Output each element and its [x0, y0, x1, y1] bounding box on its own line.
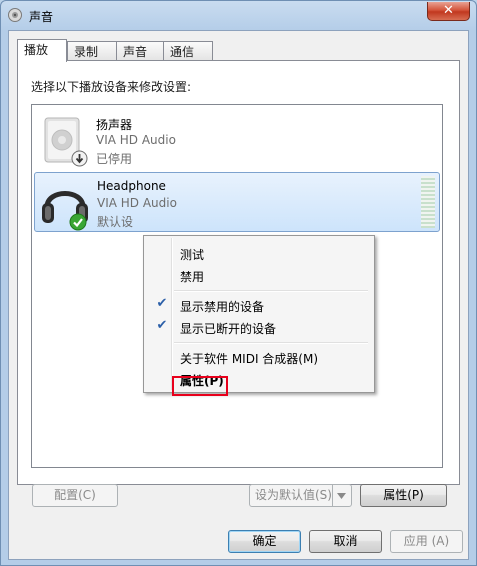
tab-playback[interactable]: 播放: [17, 39, 67, 62]
disabled-arrow-icon: [71, 150, 88, 167]
apply-button[interactable]: 应用 (A): [390, 530, 463, 553]
menu-item-label: 禁用: [180, 270, 205, 284]
context-menu: 测试 禁用 ✔ 显示禁用的设备 ✔ 显示已断开的设备 关于软件 MIDI 合成器…: [143, 235, 375, 396]
cancel-button[interactable]: 取消: [309, 530, 382, 553]
tab-sounds[interactable]: 声音: [116, 41, 164, 61]
tab-communications[interactable]: 通信: [163, 41, 213, 61]
menu-separator: [174, 342, 368, 344]
device-status: 默认设: [97, 215, 134, 229]
device-driver: VIA HD Audio: [96, 133, 176, 147]
checkmark-icon: ✔: [156, 296, 168, 311]
configure-button[interactable]: 配置(C): [32, 484, 118, 507]
device-name: Headphone: [97, 179, 166, 193]
sound-dialog-window: 声音 ✕ 播放 录制 声音 通信 选择以下播放设备来修改设置: 扬声器 VIA …: [0, 0, 477, 566]
set-default-dropdown[interactable]: [332, 485, 351, 506]
device-driver: VIA HD Audio: [97, 196, 177, 210]
instruction-text: 选择以下播放设备来修改设置:: [31, 80, 192, 94]
menu-item-label: 显示已断开的设备: [180, 322, 277, 336]
menu-item-show-disabled[interactable]: ✔ 显示禁用的设备: [146, 294, 372, 316]
menu-item-test[interactable]: 测试: [146, 242, 372, 264]
tab-recording[interactable]: 录制: [67, 41, 117, 61]
device-name: 扬声器: [96, 118, 133, 132]
device-status: 已停用: [96, 152, 133, 166]
default-check-icon: [69, 213, 87, 231]
device-item-headphone[interactable]: Headphone VIA HD Audio 默认设: [34, 172, 440, 232]
menu-item-label: 关于软件 MIDI 合成器(M): [180, 352, 319, 366]
window-title: 声音: [29, 10, 54, 24]
chevron-down-icon: [337, 493, 346, 499]
menu-item-show-disconnected[interactable]: ✔ 显示已断开的设备: [146, 316, 372, 338]
ok-button[interactable]: 确定: [228, 530, 301, 553]
playback-panel: 选择以下播放设备来修改设置: 扬声器 VIA HD Audio 已停用 Head…: [17, 60, 460, 485]
properties-button[interactable]: 属性(P): [360, 484, 447, 507]
title-bar[interactable]: 声音 ✕: [1, 1, 476, 29]
close-button[interactable]: ✕: [427, 2, 470, 21]
device-item-speaker[interactable]: 扬声器 VIA HD Audio 已停用: [34, 110, 440, 170]
menu-item-label: 测试: [180, 248, 205, 262]
set-default-button[interactable]: 设为默认值(S): [249, 484, 352, 507]
menu-item-disable[interactable]: 禁用: [146, 264, 372, 286]
volume-level-meter: [421, 176, 435, 228]
menu-separator: [174, 290, 368, 292]
sound-app-icon: [8, 8, 22, 22]
menu-item-about-midi[interactable]: 关于软件 MIDI 合成器(M): [146, 346, 372, 368]
dialog-client-area: 播放 录制 声音 通信 选择以下播放设备来修改设置: 扬声器 VIA HD Au…: [8, 30, 469, 560]
highlight-box: [172, 376, 228, 396]
checkmark-icon: ✔: [156, 318, 168, 333]
set-default-label: 设为默认值(S): [255, 488, 332, 502]
menu-item-label: 显示禁用的设备: [180, 300, 265, 314]
